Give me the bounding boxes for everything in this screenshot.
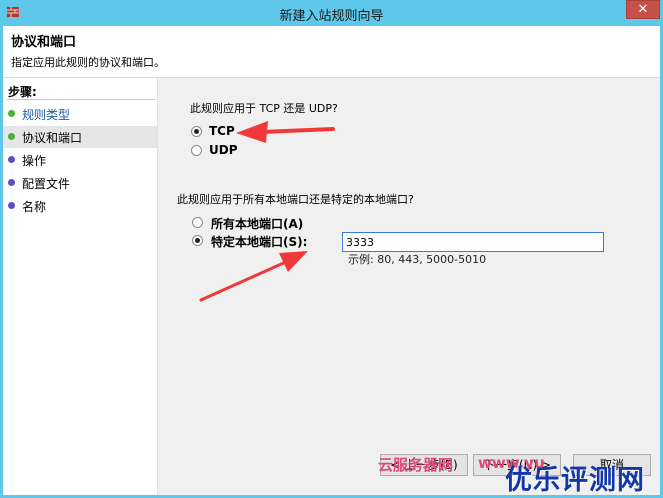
annotation-arrow-port bbox=[199, 251, 308, 302]
watermark-text: 云服务器网 bbox=[378, 456, 454, 474]
watermark-logo: 优乐评测网 bbox=[505, 465, 645, 496]
annotation-arrows bbox=[199, 121, 335, 302]
wizard-window: 新建入站规则向导 ✕ 协议和端口 指定应用此规则的协议和端口。 步骤: 规则类型… bbox=[0, 0, 663, 498]
annotation-arrow-tcp bbox=[236, 121, 335, 143]
